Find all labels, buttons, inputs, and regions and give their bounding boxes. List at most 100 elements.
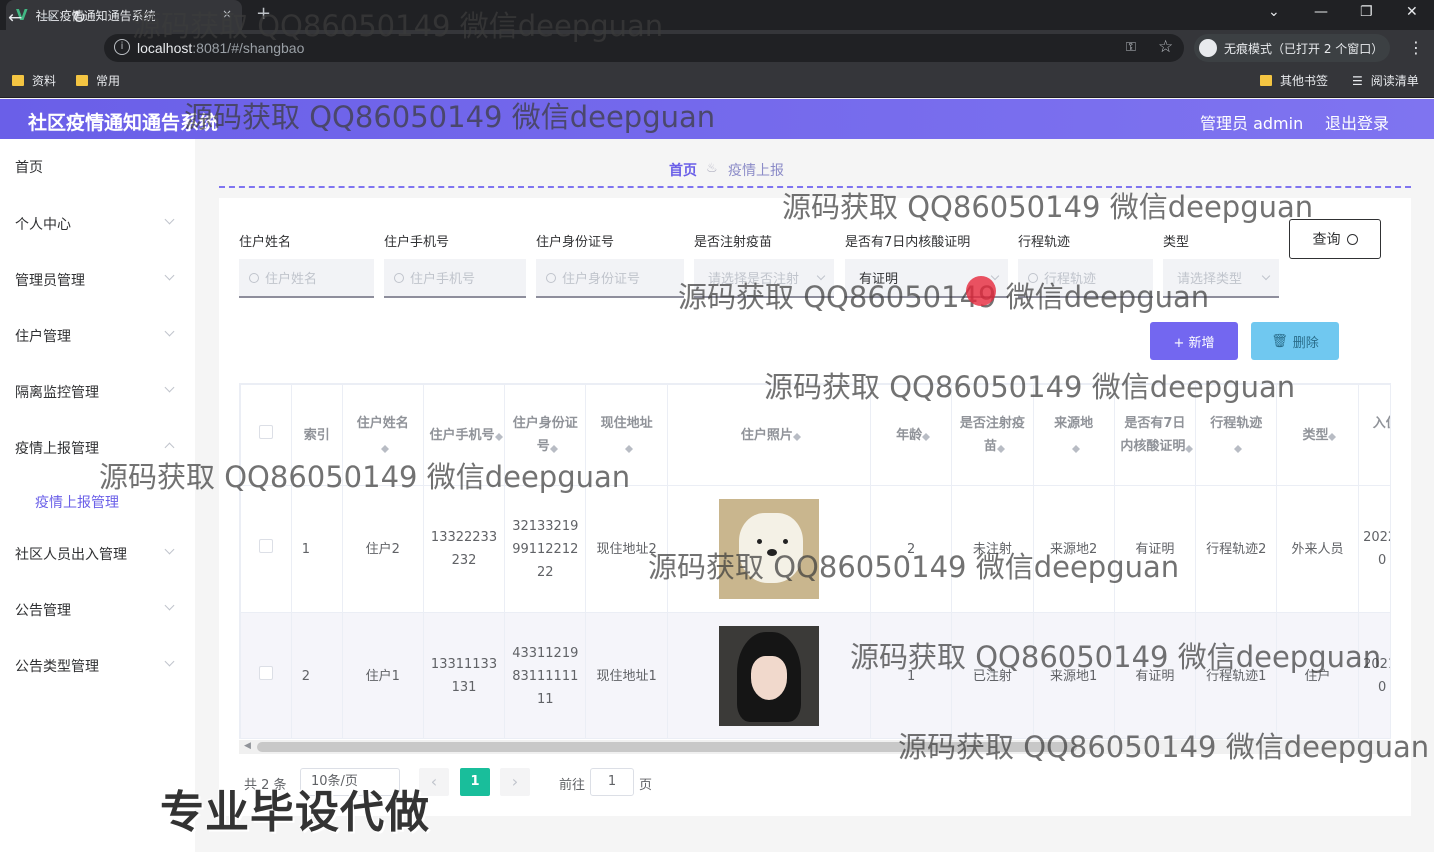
chevron-down-icon bbox=[164, 544, 175, 555]
bookmarks-bar bbox=[0, 66, 1434, 98]
search-icon bbox=[249, 272, 259, 283]
promo-overlay-text: 专业毕设代做 bbox=[160, 787, 430, 838]
filter-type-select[interactable]: 请选择类型 bbox=[1163, 259, 1279, 298]
next-page-button[interactable]: › bbox=[500, 768, 530, 796]
sidebar-item-report[interactable]: 疫情上报管理 bbox=[0, 420, 195, 476]
add-button[interactable]: + 新增 bbox=[1150, 322, 1238, 360]
goto-page-input[interactable]: 1 bbox=[590, 768, 634, 796]
key-icon[interactable]: ⚿ bbox=[1126, 40, 1136, 55]
column-header[interactable]: 住户身份证号 bbox=[504, 384, 587, 486]
search-icon bbox=[546, 272, 556, 283]
reload-icon[interactable]: ↻ bbox=[72, 8, 86, 28]
sidebar-item-home[interactable]: 首页 bbox=[0, 139, 195, 195]
cell-time: 2022--11 00 0:00 bbox=[1357, 485, 1390, 613]
cell-type: 住户 bbox=[1276, 612, 1359, 738]
select-all-checkbox[interactable] bbox=[240, 384, 292, 486]
folder-icon bbox=[12, 75, 24, 86]
chevron-down-icon bbox=[164, 270, 175, 281]
url-text[interactable]: localhost:8081/#/shangbao bbox=[137, 40, 304, 56]
column-header[interactable]: 现住地址 bbox=[585, 384, 668, 486]
back-icon[interactable]: ← bbox=[8, 8, 22, 28]
resident-photo[interactable] bbox=[718, 626, 819, 726]
admin-label: 管理员 admin bbox=[1200, 114, 1304, 133]
forward-icon[interactable]: → bbox=[40, 8, 54, 28]
scrollbar-thumb[interactable] bbox=[257, 742, 1077, 752]
filter-phone-input[interactable]: 住户手机号 bbox=[384, 259, 526, 298]
maximize-icon[interactable]: ❐ bbox=[1360, 4, 1373, 20]
cell-trace: 行程轨迹1 bbox=[1195, 612, 1278, 738]
column-header[interactable]: 索引 bbox=[290, 384, 343, 486]
filter-label-idcard: 住户身份证号 bbox=[536, 235, 615, 250]
cell-age: 2 bbox=[869, 485, 953, 613]
delete-button[interactable]: 🗑 删除 bbox=[1251, 322, 1339, 360]
filter-label-type: 类型 bbox=[1163, 235, 1190, 250]
cell-index: 2 bbox=[290, 612, 343, 738]
filter-name-input[interactable]: 住户姓名 bbox=[239, 259, 374, 298]
cell-type: 外来人员 bbox=[1276, 485, 1359, 613]
chevron-down-icon bbox=[816, 271, 826, 281]
tab-search-icon[interactable]: ⌄ bbox=[1268, 4, 1280, 20]
window-close-icon[interactable]: ✕ bbox=[1406, 4, 1418, 20]
filter-idcard-input[interactable]: 住户身份证号 bbox=[536, 259, 684, 298]
filter-trace-input[interactable]: 行程轨迹 bbox=[1018, 259, 1153, 298]
logout-link[interactable]: 退出登录 bbox=[1325, 110, 1389, 134]
column-header[interactable]: 来源地 bbox=[1032, 384, 1115, 486]
sidebar-item-admin[interactable]: 管理员管理 bbox=[0, 252, 195, 308]
cell-phone: 13311133131 bbox=[422, 612, 506, 738]
click-indicator bbox=[966, 276, 996, 306]
report-table: 索引 住户姓名 住户手机号 住户身份证号 现住地址 住户照片 年龄 是否注射疫苗… bbox=[239, 383, 1391, 739]
column-header[interactable]: 年龄 bbox=[869, 384, 953, 486]
new-tab-button[interactable]: + bbox=[256, 3, 271, 24]
filter-vaccine-select[interactable]: 请选择是否注射 bbox=[694, 259, 834, 298]
column-header[interactable]: 住户手机号 bbox=[422, 384, 506, 486]
reading-list[interactable]: ☰ 阅读清单 bbox=[1352, 72, 1419, 89]
cell-origin: 来源地1 bbox=[1032, 612, 1115, 738]
row-checkbox[interactable] bbox=[240, 612, 292, 738]
resident-photo[interactable] bbox=[718, 499, 819, 599]
browser-menu-icon[interactable]: ⋮ bbox=[1408, 38, 1424, 57]
site-info-icon[interactable]: i bbox=[114, 39, 130, 55]
sidebar-item-access[interactable]: 社区人员出入管理 bbox=[0, 526, 195, 582]
breadcrumb-home[interactable]: 首页 bbox=[669, 160, 697, 180]
table-row: 2 住户1 13311133131 433112198311111111 现住地… bbox=[240, 612, 1390, 738]
bookmark-folder[interactable]: 常用 bbox=[76, 72, 120, 89]
filter-label-trace: 行程轨迹 bbox=[1018, 235, 1071, 250]
column-header[interactable]: 是否有7日内核酸证明 bbox=[1113, 384, 1197, 486]
column-header[interactable]: 类型 bbox=[1276, 384, 1359, 486]
cell-photo bbox=[666, 612, 871, 738]
scroll-left-icon[interactable]: ◀ bbox=[244, 741, 251, 751]
search-icon bbox=[1028, 272, 1038, 283]
trash-icon: 🗑 bbox=[1271, 333, 1288, 349]
other-bookmarks[interactable]: 其他书签 bbox=[1260, 72, 1328, 89]
cell-name: 住户1 bbox=[341, 612, 424, 738]
chevron-down-icon bbox=[164, 656, 175, 667]
bookmark-star-icon[interactable]: ☆ bbox=[1158, 37, 1173, 57]
cell-photo bbox=[666, 485, 871, 613]
column-header[interactable]: 住户姓名 bbox=[341, 384, 424, 486]
page-number-button[interactable]: 1 bbox=[460, 768, 490, 796]
sidebar-item-notice-type[interactable]: 公告类型管理 bbox=[0, 638, 195, 694]
sidebar-subitem-report[interactable]: 疫情上报管理 bbox=[35, 492, 119, 512]
row-checkbox[interactable] bbox=[240, 485, 292, 613]
goto-label: 前往 bbox=[559, 778, 586, 793]
sidebar-item-profile[interactable]: 个人中心 bbox=[0, 196, 195, 252]
minimize-icon[interactable]: — bbox=[1314, 4, 1328, 20]
column-header[interactable]: 行程轨迹 bbox=[1195, 384, 1278, 486]
incognito-indicator[interactable]: 无痕模式（已打开 2 个窗口） bbox=[1194, 34, 1390, 62]
column-header[interactable]: 住户照片 bbox=[666, 384, 871, 486]
query-button[interactable]: 查询 bbox=[1289, 219, 1381, 259]
column-header[interactable]: 是否注射疫苗 bbox=[951, 384, 1034, 486]
sidebar-item-residents[interactable]: 住户管理 bbox=[0, 308, 195, 364]
cell-idcard: 321332199911221222 bbox=[504, 485, 587, 613]
divider bbox=[219, 186, 1411, 188]
tab-close-icon[interactable]: × bbox=[222, 7, 232, 21]
column-header[interactable]: 入住时间 bbox=[1357, 384, 1390, 486]
bookmark-folder[interactable]: 资料 bbox=[12, 72, 56, 89]
sidebar-item-notice[interactable]: 公告管理 bbox=[0, 582, 195, 638]
incognito-icon bbox=[1199, 39, 1217, 57]
chevron-down-icon bbox=[164, 382, 175, 393]
folder-icon bbox=[1260, 75, 1272, 86]
filter-label-vaccine: 是否注射疫苗 bbox=[694, 235, 773, 250]
search-icon bbox=[394, 272, 404, 283]
sidebar-item-isolation[interactable]: 隔离监控管理 bbox=[0, 364, 195, 420]
